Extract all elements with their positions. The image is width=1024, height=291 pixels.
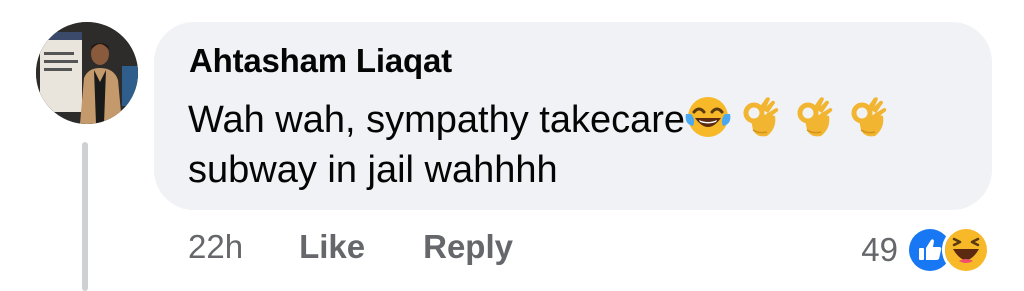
thread-line <box>82 142 88 291</box>
reply-button[interactable]: Reply <box>423 228 513 266</box>
like-button[interactable]: Like <box>299 228 365 266</box>
comment-text-line-1-text: Wah wah, sympathy takecare <box>188 99 686 141</box>
comment-author[interactable]: Ahtasham Liaqat <box>189 42 452 80</box>
face-with-tears-of-joy-icon <box>685 94 731 140</box>
comment-text-line-1: Wah wah, sympathy takecare <box>188 94 968 145</box>
comment-text: Wah wah, sympathy takecare subway in jai… <box>188 94 968 195</box>
reaction-summary[interactable]: 49 <box>861 226 990 274</box>
avatar[interactable] <box>36 22 138 124</box>
comment-text-line-2: subway in jail wahhhh <box>188 149 558 191</box>
ok-hand-icon <box>847 94 893 140</box>
ok-hand-icon <box>793 94 839 140</box>
reaction-count: 49 <box>861 231 898 268</box>
haha-reaction-icon <box>942 226 990 274</box>
comment-actions: 22h Like Reply <box>188 228 571 266</box>
ok-hand-icon <box>739 94 785 140</box>
comment-timestamp[interactable]: 22h <box>188 228 243 266</box>
